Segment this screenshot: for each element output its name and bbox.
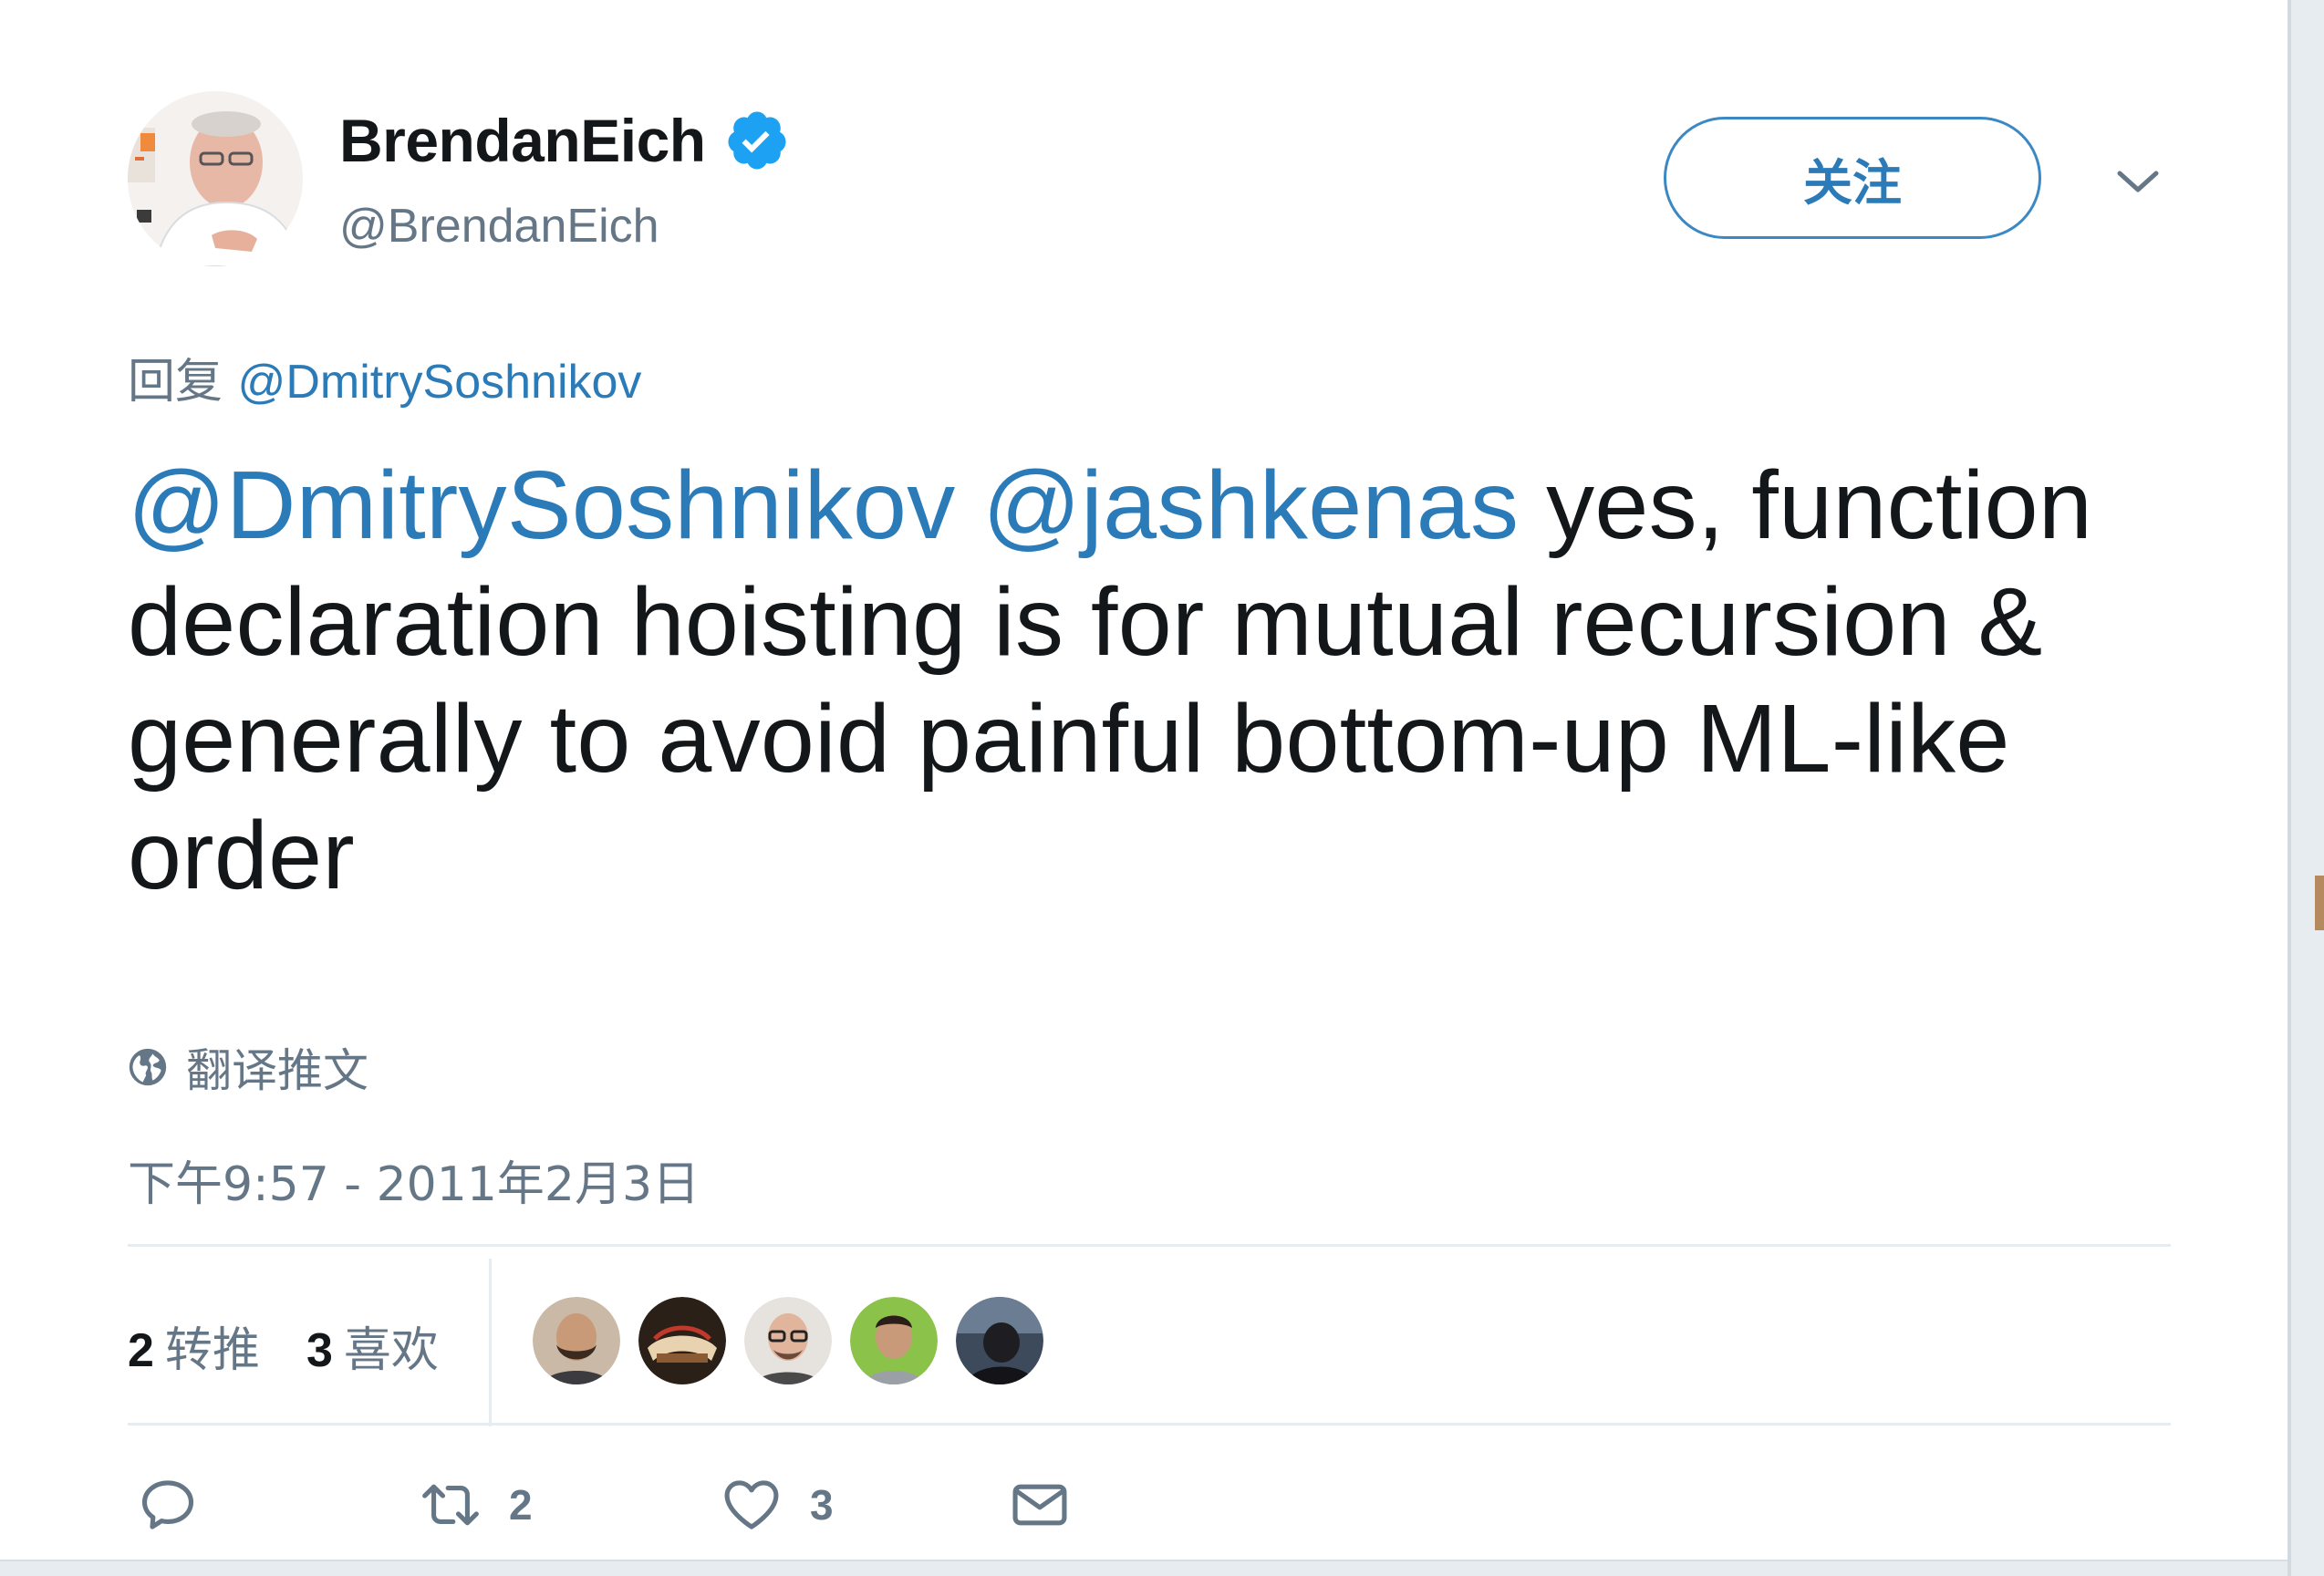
retweets-stat[interactable]: 2 转推 (128, 1312, 260, 1380)
like-button[interactable]: 3 (721, 1468, 834, 1541)
stats-separator (489, 1259, 492, 1426)
page-bottom-edge (0, 1560, 2288, 1576)
retweets-count: 2 (128, 1324, 154, 1377)
reply-mention-link[interactable]: @DmitrySoshnikov (238, 356, 642, 409)
liker-avatar-5[interactable] (956, 1297, 1043, 1384)
retweet-icon (422, 1484, 479, 1526)
author-avatar[interactable] (128, 91, 303, 266)
divider-bottom (128, 1423, 2171, 1426)
like-count: 3 (810, 1481, 834, 1529)
tweet-mention-jashkenas[interactable]: @jashkenas (982, 451, 1519, 559)
liker-avatar-4[interactable] (850, 1297, 938, 1384)
liker-avatars (533, 1297, 1062, 1384)
globe-icon (129, 1048, 167, 1086)
retweets-label: 转推 (164, 1323, 260, 1378)
verified-badge-icon (728, 111, 786, 170)
translate-label: 翻译推文 (186, 1044, 368, 1097)
reply-button[interactable] (137, 1468, 199, 1541)
likes-stat[interactable]: 3 喜欢 (306, 1312, 439, 1380)
likes-count: 3 (306, 1324, 333, 1377)
author-name[interactable]: BrendanEich (339, 106, 706, 175)
tweet-header: BrendanEich @BrendanEich 关注 (128, 91, 2171, 274)
direct-message-button[interactable] (1009, 1468, 1071, 1541)
translate-tweet-button[interactable]: 翻译推文 (128, 1034, 368, 1100)
follow-button[interactable]: 关注 (1664, 117, 2041, 239)
tweet-actions: 2 3 (128, 1468, 2171, 1560)
reply-icon (141, 1480, 194, 1529)
liker-avatar-1[interactable] (533, 1297, 620, 1384)
envelope-icon (1012, 1484, 1067, 1526)
page-scroll-edge (2288, 0, 2324, 1576)
divider-top (128, 1244, 2171, 1247)
tweet-mention-dmitrysoshnikov[interactable]: @DmitrySoshnikov (128, 451, 956, 559)
liker-avatar-3[interactable] (744, 1297, 832, 1384)
tweet-text: @DmitrySoshnikov @jashkenas yes, functio… (128, 447, 2171, 914)
author-avatar-image (128, 91, 303, 266)
retweet-count: 2 (509, 1481, 533, 1529)
heart-icon (724, 1480, 779, 1529)
likes-label: 喜欢 (343, 1323, 439, 1378)
tweet-timestamp[interactable]: 下午9:57 - 2011年2月3日 (128, 1146, 700, 1214)
tweet-stats: 2 转推 3 喜欢 (128, 1259, 2171, 1426)
liker-avatar-2[interactable] (638, 1297, 726, 1384)
reply-context: 回复 @DmitrySoshnikov (128, 343, 641, 411)
reply-prefix: 回复 (128, 355, 223, 410)
chevron-down-icon[interactable] (2112, 157, 2163, 208)
author-handle[interactable]: @BrendanEich (339, 199, 659, 254)
tweet-page: BrendanEich @BrendanEich 关注 回复 @DmitrySo… (0, 0, 2324, 1576)
retweet-button[interactable]: 2 (420, 1468, 533, 1541)
tweet-card: BrendanEich @BrendanEich 关注 回复 @DmitrySo… (128, 91, 2171, 1529)
